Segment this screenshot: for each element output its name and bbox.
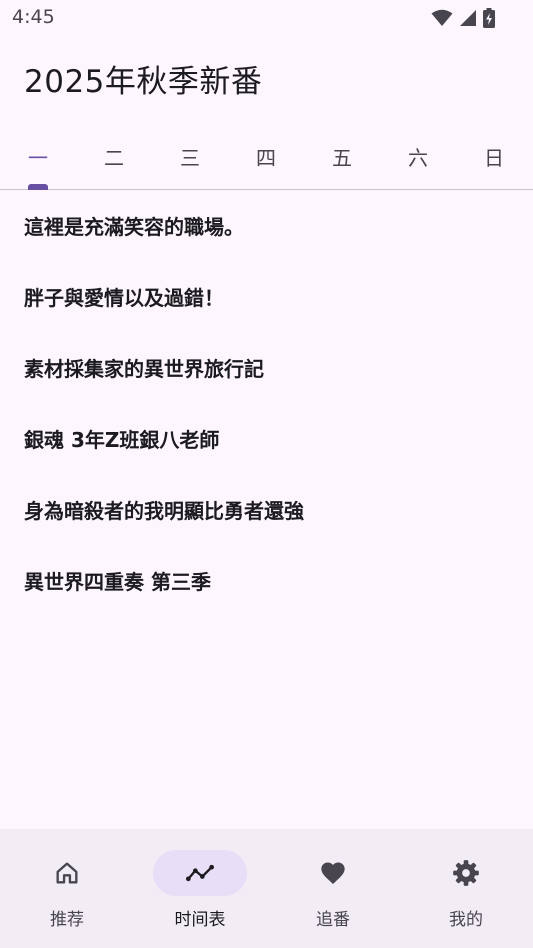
battery-charging-icon — [483, 8, 495, 28]
status-bar: 4:45 — [0, 0, 533, 36]
weekday-tab-row: 一 二 三 四 五 六 日 — [0, 125, 533, 190]
status-icons — [431, 8, 495, 28]
heart-icon — [321, 862, 345, 884]
nav-label: 时间表 — [174, 910, 226, 930]
nav-item-recommend[interactable]: 推荐 — [17, 829, 117, 948]
page-title: 2025年秋季新番 — [24, 64, 263, 100]
tab-label: 二 — [104, 145, 124, 170]
tab-wednesday[interactable]: 三 — [152, 125, 228, 187]
tab-label: 五 — [332, 145, 352, 170]
nav-label: 我的 — [449, 910, 483, 930]
nav-label: 推荐 — [50, 910, 84, 930]
nav-label: 追番 — [316, 910, 350, 930]
list-item[interactable]: 這裡是充滿笑容的職場。 — [0, 190, 533, 261]
list-item[interactable]: 胖子與愛情以及過錯！ — [0, 261, 533, 332]
list-item[interactable]: 身為暗殺者的我明顯比勇者還強 — [0, 474, 533, 545]
tab-sunday[interactable]: 日 — [456, 125, 532, 187]
bottom-navigation: 推荐 时间表 追番 我的 — [0, 829, 533, 948]
show-list: 這裡是充滿笑容的職場。 胖子與愛情以及過錯！ 素材採集家的異世界旅行記 銀魂 3… — [0, 190, 533, 616]
gear-icon — [453, 860, 479, 886]
tab-label: 一 — [28, 145, 48, 170]
tab-label: 四 — [256, 145, 276, 170]
tab-saturday[interactable]: 六 — [380, 125, 456, 187]
wifi-icon — [431, 9, 453, 26]
nav-item-profile[interactable]: 我的 — [416, 829, 516, 948]
list-item[interactable]: 素材採集家的異世界旅行記 — [0, 332, 533, 403]
nav-item-following[interactable]: 追番 — [283, 829, 383, 948]
tab-monday[interactable]: 一 — [0, 125, 76, 187]
nav-item-schedule[interactable]: 时间表 — [150, 829, 250, 948]
timeline-icon — [186, 864, 214, 882]
status-time: 4:45 — [12, 6, 55, 28]
home-icon — [56, 862, 78, 884]
tab-thursday[interactable]: 四 — [228, 125, 304, 187]
tab-friday[interactable]: 五 — [304, 125, 380, 187]
tab-label: 六 — [408, 145, 428, 170]
tab-tuesday[interactable]: 二 — [76, 125, 152, 187]
list-item[interactable]: 銀魂 3年Z班銀八老師 — [0, 403, 533, 474]
list-item[interactable]: 異世界四重奏 第三季 — [0, 545, 533, 616]
cellular-signal-icon — [460, 10, 476, 26]
tab-label: 三 — [180, 145, 200, 170]
tab-label: 日 — [484, 145, 504, 170]
